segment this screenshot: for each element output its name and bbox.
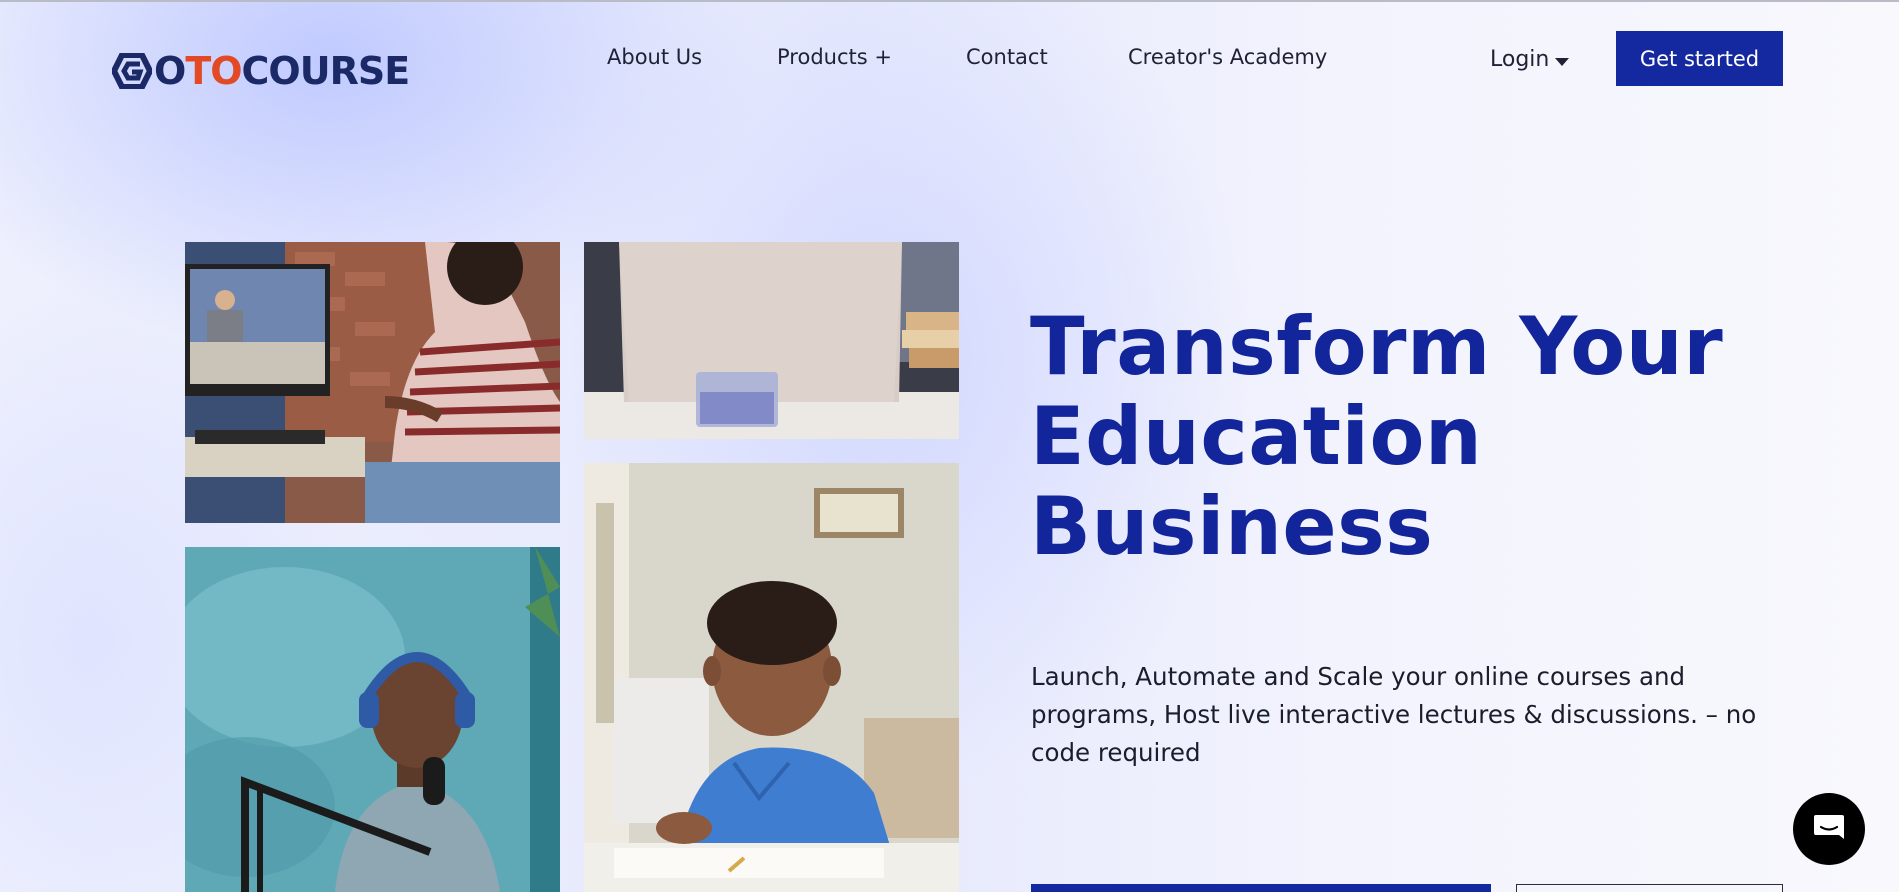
site-logo[interactable]: O TO COURSE bbox=[112, 49, 411, 93]
logo-text-to: TO bbox=[185, 49, 242, 93]
window-top-border bbox=[0, 0, 1899, 2]
photo-laptop-desk bbox=[584, 242, 959, 439]
logo-text-course: COURSE bbox=[241, 49, 411, 93]
hero-primary-button[interactable] bbox=[1031, 884, 1491, 892]
get-started-button[interactable]: Get started bbox=[1616, 31, 1783, 86]
hero-secondary-button[interactable] bbox=[1516, 884, 1783, 892]
login-label: Login bbox=[1490, 47, 1550, 72]
nav-item-products[interactable]: Products + bbox=[777, 45, 892, 69]
chat-launcher-button[interactable] bbox=[1793, 793, 1865, 865]
hero-title: Transform Your Education Business bbox=[1030, 302, 1750, 572]
gotocourse-logo-icon bbox=[112, 53, 152, 89]
hero-title-line: Transform Your bbox=[1030, 300, 1724, 393]
nav-item-creators-academy[interactable]: Creator's Academy bbox=[1128, 45, 1327, 69]
login-dropdown[interactable]: Login bbox=[1490, 47, 1570, 72]
logo-text-o: O bbox=[154, 49, 186, 93]
hero-title-line: Education bbox=[1030, 390, 1483, 483]
caret-down-icon bbox=[1555, 57, 1570, 66]
nav-item-contact[interactable]: Contact bbox=[966, 45, 1048, 69]
photo-podcaster bbox=[185, 547, 560, 892]
hero-subtitle: Launch, Automate and Scale your online c… bbox=[1031, 662, 1757, 767]
chat-bubble-icon bbox=[1814, 815, 1844, 839]
photo-remote-learner bbox=[185, 242, 560, 523]
nav-item-about-us[interactable]: About Us bbox=[607, 45, 702, 69]
hero-title-line: Business bbox=[1030, 480, 1434, 573]
photo-child-laptop bbox=[584, 463, 959, 892]
